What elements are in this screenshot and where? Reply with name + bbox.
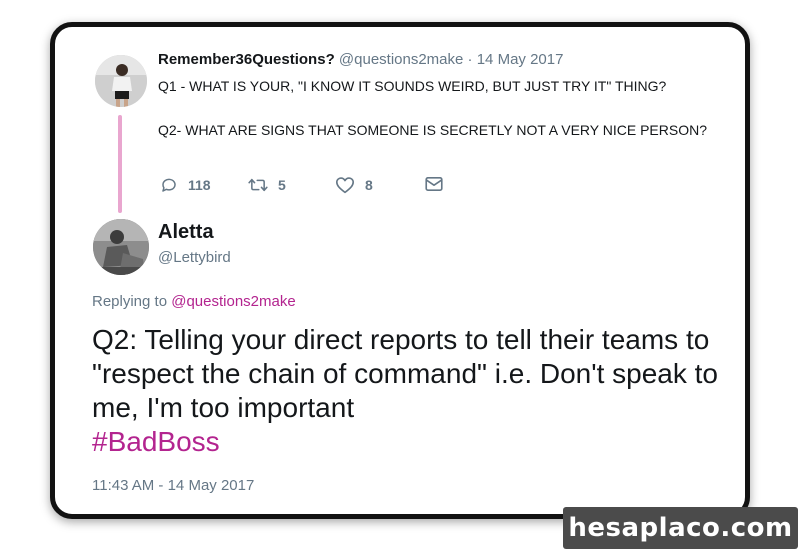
reply-display-name[interactable]: Aletta bbox=[158, 221, 214, 244]
reply-tweet-text: Q2: Telling your direct reports to tell … bbox=[92, 323, 732, 459]
avatar-aletta[interactable] bbox=[93, 219, 149, 275]
heart-icon bbox=[336, 177, 354, 194]
retweet-icon bbox=[248, 178, 268, 192]
retweet-count: 5 bbox=[278, 177, 286, 193]
replying-to-link[interactable]: @questions2make bbox=[171, 293, 295, 310]
like-button[interactable]: 8 bbox=[335, 176, 373, 194]
tweet-actions: 118 5 8 bbox=[160, 176, 460, 196]
reply-count: 118 bbox=[188, 177, 211, 193]
watermark-badge: hesaplaco.com bbox=[563, 507, 798, 549]
replying-prefix: Replying to bbox=[92, 293, 168, 310]
reply-button[interactable]: 118 bbox=[160, 176, 211, 194]
tweet-card: Remember36Questions? @questions2make · 1… bbox=[50, 22, 750, 519]
like-count: 8 bbox=[365, 177, 373, 193]
avatar-remember36questions[interactable] bbox=[95, 55, 147, 107]
reply-body-text: Q2: Telling your direct reports to tell … bbox=[92, 324, 718, 423]
original-display-name[interactable]: Remember36Questions? bbox=[158, 51, 335, 68]
reply-timestamp[interactable]: 11:43 AM - 14 May 2017 bbox=[92, 477, 254, 494]
header-separator: · bbox=[467, 51, 473, 68]
replying-to-line: Replying to @questions2make bbox=[92, 293, 296, 310]
reply-handle[interactable]: @Lettybird bbox=[158, 249, 231, 266]
retweet-button[interactable]: 5 bbox=[248, 176, 286, 194]
reply-icon bbox=[162, 178, 176, 192]
direct-message-button[interactable] bbox=[425, 176, 443, 192]
hashtag-link[interactable]: #BadBoss bbox=[92, 426, 220, 457]
original-tweet-header: Remember36Questions? @questions2make · 1… bbox=[158, 51, 563, 68]
original-handle[interactable]: @questions2make bbox=[339, 51, 463, 68]
thread-connector-line bbox=[118, 115, 122, 213]
question-2-text: Q2- WHAT ARE SIGNS THAT SOMEONE IS SECRE… bbox=[158, 122, 708, 138]
original-tweet-text: Q1 - WHAT IS YOUR, "I KNOW IT SOUNDS WEI… bbox=[158, 75, 718, 141]
question-1-text: Q1 - WHAT IS YOUR, "I KNOW IT SOUNDS WEI… bbox=[158, 78, 667, 94]
envelope-icon bbox=[425, 177, 443, 191]
original-date[interactable]: 14 May 2017 bbox=[477, 51, 564, 68]
